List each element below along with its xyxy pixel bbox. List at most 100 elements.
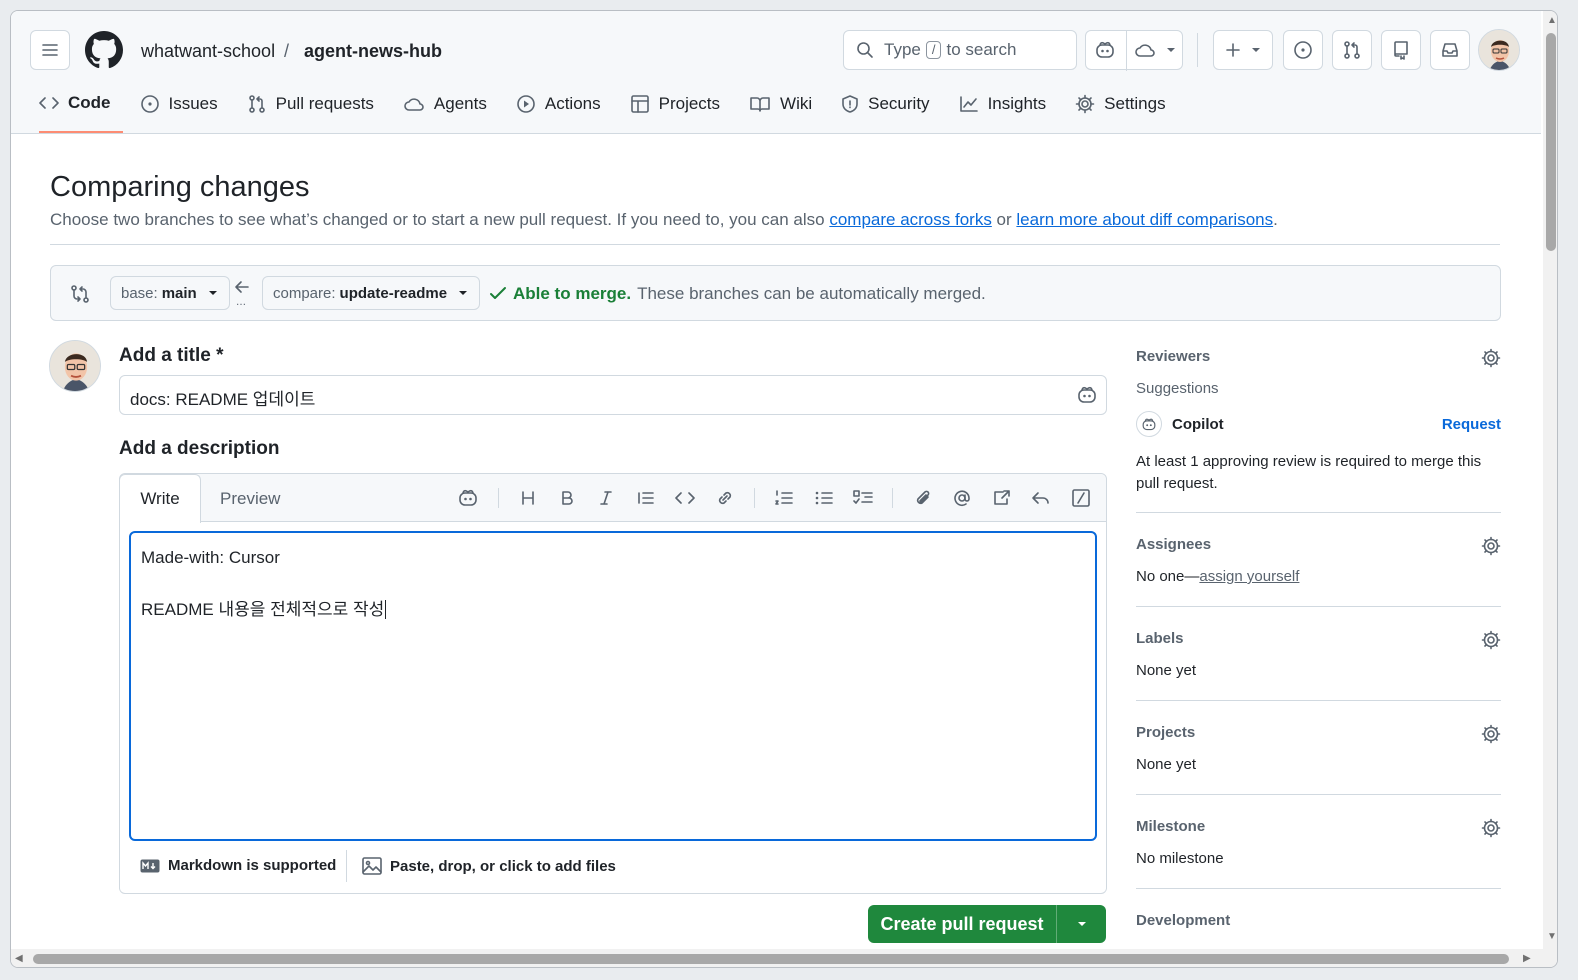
tab-actions[interactable]: Actions [516,89,613,133]
github-logo-icon[interactable] [85,31,123,69]
tab-issues[interactable]: Issues [140,89,230,133]
user-avatar[interactable] [1478,29,1520,71]
markdown-note[interactable]: Markdown is supported [140,857,336,874]
create-new-button[interactable] [1213,30,1273,70]
menu-button[interactable] [30,30,70,70]
gear-icon[interactable] [1481,724,1501,744]
search-input[interactable]: Type / to search [843,30,1077,70]
tab-projects[interactable]: Projects [630,89,732,133]
scroll-right-icon[interactable]: ▶ [1523,953,1531,964]
base-branch-select[interactable]: base: main [110,276,230,310]
tab-settings-label: Settings [1104,94,1166,113]
assign-yourself-link[interactable]: assign yourself [1199,568,1299,585]
link-icon[interactable] [713,486,737,510]
repo-owner-link[interactable]: whatwant-school [141,41,275,62]
book-icon [750,97,770,112]
title-input[interactable]: docs: README 업데이트 [119,375,1107,415]
projects-title[interactable]: Projects [1136,724,1501,741]
sidebar-divider [1136,888,1501,889]
create-pull-request-button[interactable]: Create pull request [868,905,1106,943]
arrow-left-icon: … [235,281,249,308]
repositories-button[interactable] [1381,30,1421,70]
breadcrumb-separator: / [284,41,290,61]
slash-command-icon[interactable] [1069,486,1093,510]
sidebar-divider [1136,512,1501,513]
horizontal-scrollbar[interactable]: ◀ ▶ [11,949,1543,967]
search-shortcut-key: / [925,41,942,59]
tab-write[interactable]: Write [119,474,201,523]
markdown-note-text: Markdown is supported [168,857,337,874]
labels-section: Labels None yet [1136,630,1501,679]
numbered-list-icon[interactable] [772,486,796,510]
cross-reference-icon[interactable] [990,486,1014,510]
tab-pull-requests-label: Pull requests [275,94,374,113]
chevron-down-icon [1077,922,1086,926]
vertical-scrollbar[interactable]: ▲ ▼ [1543,11,1557,967]
attach-files[interactable]: Paste, drop, or click to add files [362,857,616,875]
labels-title[interactable]: Labels [1136,630,1501,647]
compare-forks-link[interactable]: compare across forks [829,210,992,229]
copilot-button[interactable] [1085,30,1183,71]
assignees-empty-text: No one— [1136,568,1200,585]
learn-diff-link[interactable]: learn more about diff comparisons [1016,210,1273,229]
tab-wiki[interactable]: Wiki [749,89,824,133]
tab-pull-requests[interactable]: Pull requests [247,89,386,133]
bold-icon[interactable] [555,486,579,510]
compare-branch-select[interactable]: compare: update-readme [262,276,481,310]
create-pr-label: Create pull request [880,913,1044,934]
code-icon[interactable] [673,486,697,510]
copilot-icon[interactable] [1076,385,1098,405]
scroll-down-icon[interactable]: ▼ [1547,931,1557,942]
tab-security[interactable]: Security [841,89,941,133]
italic-icon[interactable] [594,486,618,510]
hamburger-icon [42,44,58,56]
task-list-icon[interactable] [851,486,875,510]
heading-icon[interactable] [516,486,540,510]
avatar-image [1479,30,1519,70]
chevron-down-icon [1252,48,1260,52]
bullet-list-icon[interactable] [812,486,836,510]
tab-settings[interactable]: Settings [1075,89,1177,133]
scroll-up-icon[interactable]: ▲ [1547,15,1557,26]
reviewers-suggestions-label: Suggestions [1136,380,1219,397]
copilot-avatar [1136,411,1162,437]
labels-value: None yet [1136,662,1197,679]
issue-icon [140,95,159,113]
tab-insights[interactable]: Insights [959,89,1059,133]
description-label: Add a description [119,438,280,459]
description-line-2: README 내용을 전체적으로 작성 [141,600,385,619]
quote-icon[interactable] [634,486,658,510]
issues-button[interactable] [1283,30,1323,70]
vertical-scroll-thumb[interactable] [1546,33,1556,251]
gear-icon[interactable] [1481,630,1501,650]
tab-preview[interactable]: Preview [220,474,280,523]
repo-icon [1394,41,1408,60]
gear-icon[interactable] [1481,818,1501,838]
tab-wiki-label: Wiki [780,94,813,113]
scroll-left-icon[interactable]: ◀ [15,953,23,964]
reply-icon[interactable] [1029,486,1053,510]
agent-icon [404,98,424,111]
copilot-icon[interactable] [456,486,480,510]
reviewers-title[interactable]: Reviewers [1136,348,1501,365]
inbox-button[interactable] [1430,30,1470,70]
repo-name-link[interactable]: agent-news-hub [304,41,442,62]
pull-requests-button[interactable] [1332,30,1372,70]
branch-compare-bar: base: main … compare: update-readme Able… [50,265,1501,321]
mention-icon[interactable] [950,486,974,510]
sidebar-divider [1136,606,1501,607]
request-review-button[interactable]: Request [1442,416,1501,433]
horizontal-scroll-thumb[interactable] [33,954,1509,964]
attachment-icon[interactable] [911,486,935,510]
copilot-icon [1142,418,1156,430]
attach-note-text: Paste, drop, or click to add files [390,857,616,875]
plus-icon [1226,43,1240,57]
gear-icon[interactable] [1481,536,1501,556]
gear-icon[interactable] [1481,348,1501,368]
description-textarea[interactable]: Made-with: Cursor README 내용을 전체적으로 작성 [129,531,1097,841]
create-pr-options-button[interactable] [1057,919,1106,929]
tab-code[interactable]: Code [39,89,123,133]
assignees-title[interactable]: Assignees [1136,536,1501,553]
tab-agents[interactable]: Agents [403,89,499,133]
milestone-title[interactable]: Milestone [1136,818,1501,835]
